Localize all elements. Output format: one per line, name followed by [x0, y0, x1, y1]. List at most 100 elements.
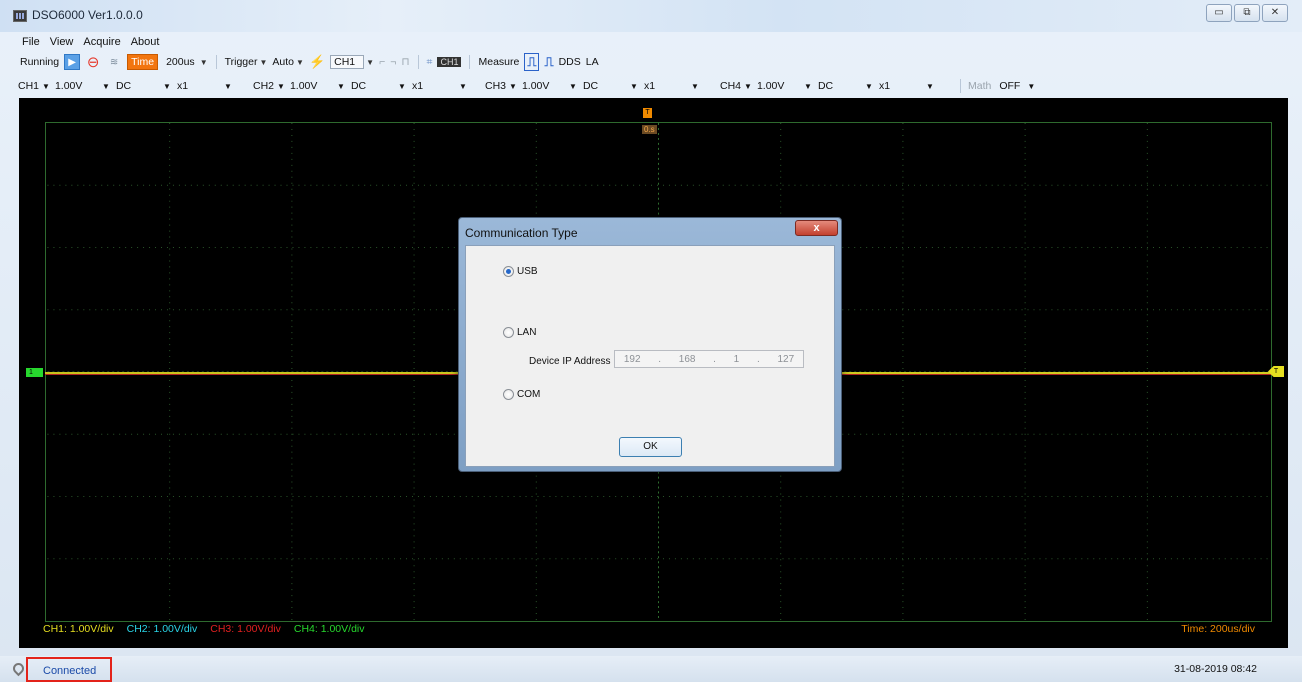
com-radio[interactable] [503, 389, 514, 400]
lan-option[interactable]: LAN [503, 327, 536, 338]
channel-4-controls: CH4 ▼ 1.00V ▼ DC ▼ x1 ▼ [720, 80, 957, 92]
dds-button[interactable]: DDS [559, 56, 581, 68]
ch3-coupling-select[interactable]: DC ▼ [583, 80, 638, 92]
wave-icon[interactable]: ⎍ [524, 53, 540, 71]
trigger-menu[interactable]: Trigger ▼ [225, 56, 268, 68]
ch4-volts-select[interactable]: 1.00V ▼ [757, 80, 812, 92]
window-title: DSO6000 Ver1.0.0.0 [32, 8, 143, 22]
ip-octet-2: 168 [678, 353, 696, 365]
ch2-coupling-select[interactable]: DC ▼ [351, 80, 406, 92]
ch4-menu[interactable]: CH4 ▼ [720, 80, 752, 92]
chevron-down-icon: ▼ [224, 81, 232, 91]
ch3-probe-select[interactable]: x1 ▼ [644, 80, 699, 92]
com-option[interactable]: COM [503, 389, 540, 400]
status-bar: Connected 31-08-2019 08:42 [0, 656, 1302, 682]
math-value: OFF [999, 80, 1021, 92]
usb-option[interactable]: USB [503, 266, 538, 277]
channel-1-controls: CH1 ▼ 1.00V ▼ DC ▼ x1 ▼ [18, 80, 253, 92]
trigger-position-marker[interactable]: T [643, 108, 652, 118]
run-button[interactable]: ▶ [64, 54, 81, 70]
ch2-probe-value: x1 [411, 80, 424, 92]
menu-view[interactable]: View [50, 36, 74, 48]
dialog-close-button[interactable]: x [795, 220, 838, 236]
close-button[interactable]: ✕ [1262, 4, 1288, 22]
math-select[interactable]: OFF ▼ [999, 80, 1035, 92]
chevron-down-icon: ▼ [199, 57, 208, 67]
ch3-volts-select[interactable]: 1.00V ▼ [522, 80, 577, 92]
falling-edge-icon[interactable]: ¬ [390, 56, 396, 68]
stop-button[interactable]: ⊖ [85, 54, 101, 71]
ch2-probe-select[interactable]: x1 ▼ [412, 80, 467, 92]
chevron-down-icon: ▼ [102, 81, 110, 91]
lan-radio[interactable] [503, 327, 514, 338]
trigger-mode-select[interactable]: Auto ▼ [272, 56, 304, 68]
usb-radio[interactable] [503, 266, 514, 277]
ch4-label: CH4 [720, 80, 742, 92]
menu-about[interactable]: About [131, 36, 160, 48]
cursor-channel-chip[interactable]: CH1 [437, 57, 462, 67]
chevron-down-icon: ▼ [259, 57, 268, 67]
timebase-select[interactable]: 200us ▼ [163, 56, 208, 68]
app-window: DSO6000 Ver1.0.0.0 ▭ ⧉ ✕ File View Acqui… [0, 0, 1302, 682]
ch2-volts-value: 1.00V [289, 80, 318, 92]
connection-icon [10, 660, 27, 677]
communication-type-dialog: Communication Type x USB LAN Device IP A… [458, 217, 842, 472]
ch4-coupling-select[interactable]: DC ▼ [818, 80, 873, 92]
rising-edge-icon[interactable]: ⌐ [379, 56, 385, 68]
separator [960, 79, 961, 93]
pulse-trigger-icon[interactable]: ⊓ [401, 56, 409, 68]
chevron-down-icon: ▼ [163, 81, 171, 91]
ip-dot: . [756, 353, 760, 365]
chevron-down-icon: ▼ [42, 81, 50, 91]
separator [417, 55, 419, 69]
ch2-volts-select[interactable]: 1.00V ▼ [290, 80, 345, 92]
minimize-button[interactable]: ▭ [1206, 4, 1232, 22]
measure-button[interactable]: Measure [478, 56, 519, 68]
chevron-down-icon: ▼ [804, 81, 812, 91]
channel-3-controls: CH3 ▼ 1.00V ▼ DC ▼ x1 ▼ [485, 80, 720, 92]
timebase-readout: Time: 200us/div [1181, 623, 1255, 635]
ch1-scale: CH1: 1.00V/div [43, 623, 114, 635]
cursor-icon[interactable]: ⌗ [427, 56, 433, 69]
time-label: Time [127, 54, 159, 70]
trigger-source-value: CH1 [330, 55, 365, 69]
ch2-menu[interactable]: CH2 ▼ [253, 80, 285, 92]
ch4-coupling-value: DC [817, 80, 834, 92]
device-ip-field[interactable]: 192 . 168 . 1 . 127 [614, 350, 804, 368]
trigger-label: Trigger [224, 56, 258, 68]
menu-file[interactable]: File [22, 36, 40, 48]
trigger-time-label: 0.s [642, 125, 657, 134]
wave-pulse-icon[interactable]: ⎍ [544, 54, 553, 70]
com-label: COM [517, 389, 541, 400]
force-trigger-icon[interactable]: ⚡ [309, 54, 325, 70]
single-shot-icon[interactable]: ≋ [106, 54, 122, 70]
ok-button[interactable]: OK [619, 437, 682, 457]
separator [469, 55, 471, 69]
ch1-volts-select[interactable]: 1.00V ▼ [55, 80, 110, 92]
trigger-source-select[interactable]: CH1 ▼ [330, 55, 374, 69]
chevron-down-icon: ▼ [398, 81, 406, 91]
chevron-down-icon: ▼ [630, 81, 638, 91]
maximize-button[interactable]: ⧉ [1234, 4, 1260, 22]
ch4-probe-select[interactable]: x1 ▼ [879, 80, 934, 92]
menu-acquire[interactable]: Acquire [83, 36, 120, 48]
ip-octet-1: 192 [623, 353, 641, 365]
ch3-menu[interactable]: CH3 ▼ [485, 80, 517, 92]
ch3-coupling-value: DC [582, 80, 599, 92]
running-status: Running [20, 56, 60, 68]
ch1-probe-select[interactable]: x1 ▼ [177, 80, 232, 92]
ch1-menu[interactable]: CH1 ▼ [18, 80, 50, 92]
window-controls: ▭ ⧉ ✕ [1206, 4, 1288, 22]
ch4-probe-value: x1 [878, 80, 891, 92]
ch1-coupling-select[interactable]: DC ▼ [116, 80, 171, 92]
la-button[interactable]: LA [586, 56, 599, 68]
ch3-probe-value: x1 [643, 80, 656, 92]
ch-ground-marker[interactable]: 1 [26, 368, 43, 377]
title-bar: DSO6000 Ver1.0.0.0 ▭ ⧉ ✕ [0, 0, 1302, 32]
oscilloscope-app-icon [13, 10, 27, 22]
chevron-down-icon: ▼ [366, 57, 375, 67]
ch3-label: CH3 [485, 80, 507, 92]
math-label: Math [968, 80, 992, 92]
ch1-probe-value: x1 [176, 80, 189, 92]
menu-bar: File View Acquire About [22, 36, 159, 48]
